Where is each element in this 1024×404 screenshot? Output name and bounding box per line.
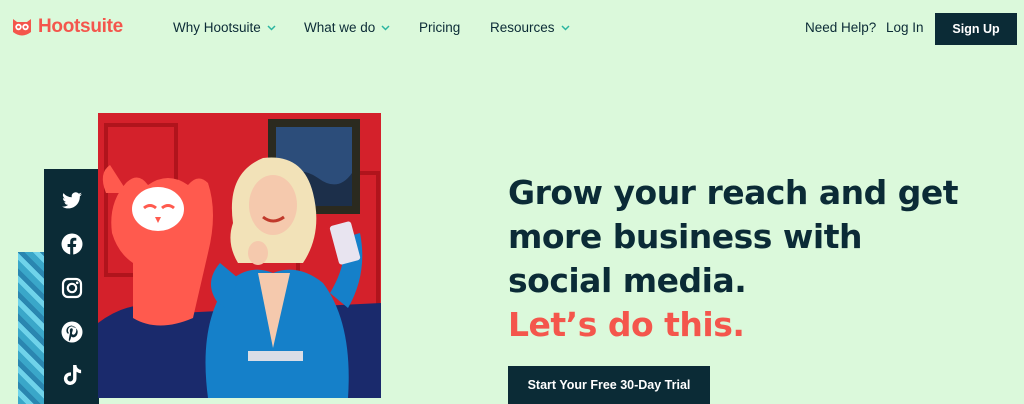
nav-item-label: What we do <box>304 20 376 35</box>
chevron-down-icon <box>561 24 570 31</box>
start-free-trial-button[interactable]: Start Your Free 30-Day Trial <box>508 366 710 404</box>
nav-why-hootsuite[interactable]: Why Hootsuite <box>173 20 276 35</box>
nav-what-we-do[interactable]: What we do <box>304 20 390 35</box>
chevron-down-icon <box>381 24 390 31</box>
signup-button[interactable]: Sign Up <box>935 13 1017 45</box>
social-share-bar <box>44 169 99 404</box>
hero-headline: Grow your reach and get more business wi… <box>508 171 988 303</box>
hero-tagline: Let’s do this. <box>508 305 745 344</box>
nav-item-label: Why Hootsuite <box>173 20 261 35</box>
facebook-icon[interactable] <box>60 232 84 256</box>
twitter-icon[interactable] <box>60 189 84 213</box>
instagram-icon[interactable] <box>60 276 84 300</box>
chevron-down-icon <box>267 24 276 31</box>
hero-photo <box>98 113 381 398</box>
nav-pricing[interactable]: Pricing <box>419 20 460 35</box>
nav-resources[interactable]: Resources <box>490 20 570 35</box>
pinterest-icon[interactable] <box>60 320 84 344</box>
headline-line: more business with <box>508 217 862 256</box>
nav-item-label: Resources <box>490 20 555 35</box>
owl-logo-icon <box>13 19 31 36</box>
headline-line: social media. <box>508 261 747 300</box>
top-navigation: Hootsuite Why Hootsuite What we do Prici… <box>0 0 1024 58</box>
need-help-link[interactable]: Need Help? <box>805 20 876 35</box>
login-link[interactable]: Log In <box>886 20 924 35</box>
nav-item-label: Pricing <box>419 20 461 35</box>
headline-line: Grow your reach and get <box>508 173 959 212</box>
hootsuite-logo[interactable]: Hootsuite <box>10 15 123 39</box>
logo-text: Hootsuite <box>38 16 123 37</box>
tiktok-icon[interactable] <box>60 363 84 387</box>
